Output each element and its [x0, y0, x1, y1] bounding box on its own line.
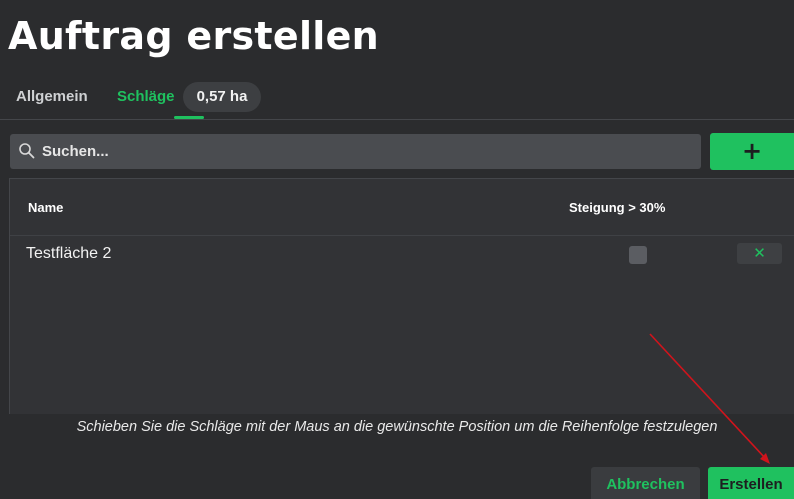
plots-table: Name Steigung > 30% Testfläche 2 ✕ — [9, 178, 794, 414]
tabs-divider — [0, 119, 794, 120]
reorder-hint: Schieben Sie die Schläge mit der Maus an… — [76, 419, 718, 435]
tab-bar: Allgemein Schläge 0,57 ha — [0, 80, 794, 119]
page-title: Auftrag erstellen — [8, 14, 380, 58]
column-header-name: Name — [28, 200, 64, 215]
tab-general[interactable]: Allgemein — [16, 88, 88, 105]
plot-name: Testfläche 2 — [26, 245, 112, 262]
search-input[interactable] — [42, 134, 682, 169]
column-header-slope: Steigung > 30% — [569, 200, 666, 215]
slope-checkbox[interactable] — [629, 246, 647, 264]
create-button[interactable]: Erstellen — [708, 467, 794, 499]
search-field[interactable] — [10, 134, 701, 169]
table-row[interactable]: Testfläche 2 ✕ — [10, 236, 794, 274]
remove-plot-button[interactable]: ✕ — [737, 243, 782, 264]
close-icon: ✕ — [753, 244, 766, 262]
search-icon — [19, 143, 35, 159]
area-badge: 0,57 ha — [183, 82, 261, 112]
plus-icon: + — [741, 137, 763, 165]
tab-plots[interactable]: Schläge — [117, 88, 175, 105]
cancel-button[interactable]: Abbrechen — [591, 467, 700, 499]
add-plot-button[interactable]: + — [710, 133, 794, 170]
create-order-dialog: Auftrag erstellen Allgemein Schläge 0,57… — [0, 0, 794, 499]
